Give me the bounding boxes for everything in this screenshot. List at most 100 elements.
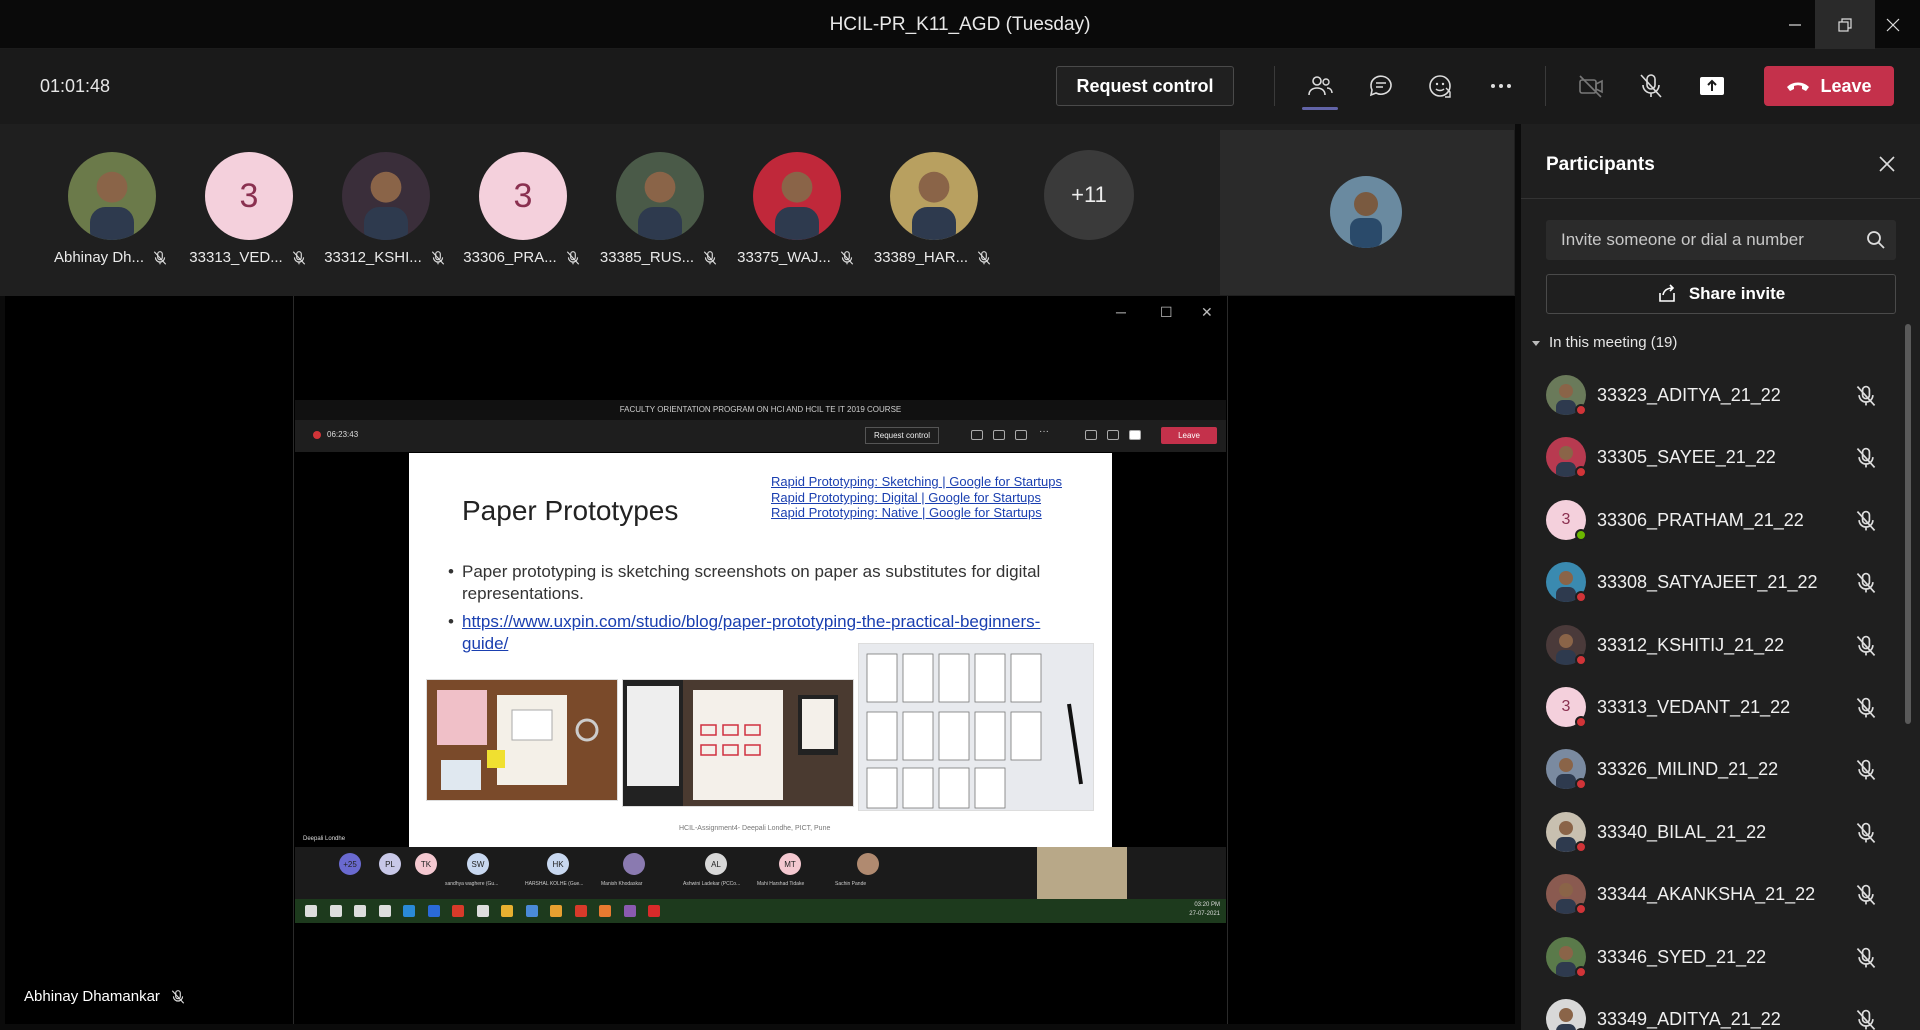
raise-hand-icon xyxy=(1429,75,1451,98)
shared-mic-icon xyxy=(1107,430,1119,440)
participant-row[interactable]: 33346_SYED_21_22 xyxy=(1521,927,1901,989)
shared-participant-avatar: MT xyxy=(779,853,801,875)
meeting-controls-bar: 01:01:48 Request control Leave xyxy=(0,49,1920,124)
participant-name: 33312_KSHI... xyxy=(324,249,422,266)
shared-close-icon: ✕ xyxy=(1201,304,1213,320)
strip-participant-name: 33375_WAJ... xyxy=(726,249,866,266)
shared-camera-icon xyxy=(1085,430,1097,440)
participant-name: 33313_VEDANT_21_22 xyxy=(1597,697,1791,717)
strip-participant[interactable]: 3 33306_PRA... xyxy=(452,152,592,282)
close-panel-button[interactable] xyxy=(1873,150,1901,178)
shared-minimize-icon: ─ xyxy=(1116,304,1126,320)
mic-off-icon[interactable] xyxy=(1854,571,1878,595)
participant-name: Abhinay Dh... xyxy=(53,249,145,266)
shared-participant-avatar: SW xyxy=(467,853,489,875)
slide-photo-1 xyxy=(426,679,618,801)
strip-participant-name: 33389_HAR... xyxy=(863,249,1003,266)
share-screen-button[interactable] xyxy=(1690,66,1734,106)
teams-meeting-window: HCIL-PR_K11_AGD (Tuesday) 01:01:48 Reque… xyxy=(0,0,1920,1030)
mic-off-icon[interactable] xyxy=(1854,758,1878,782)
slide-link[interactable]: Rapid Prototyping: Native | Google for S… xyxy=(771,505,1042,520)
slide-link[interactable]: Rapid Prototyping: Sketching | Google fo… xyxy=(771,474,1062,489)
show-participants-button[interactable] xyxy=(1298,66,1342,110)
panel-title: Participants xyxy=(1546,154,1655,175)
strip-participant-name: 33312_KSHI... xyxy=(315,249,455,266)
mic-off-icon[interactable] xyxy=(1854,634,1878,658)
participant-row[interactable]: 33312_KSHITIJ_21_22 xyxy=(1521,615,1901,677)
mic-off-icon[interactable] xyxy=(1854,1008,1878,1030)
chat-button[interactable] xyxy=(1359,66,1403,106)
shared-participant-avatar xyxy=(623,853,645,875)
presence-status-icon xyxy=(1575,528,1587,541)
request-control-button[interactable]: Request control xyxy=(1056,66,1234,106)
close-icon xyxy=(1879,156,1895,172)
bullet-dot: • xyxy=(448,612,454,631)
strip-participant[interactable]: 33385_RUS... xyxy=(589,152,729,282)
mic-off-icon[interactable] xyxy=(1854,446,1878,470)
participant-name: 33340_BILAL_21_22 xyxy=(1597,821,1767,842)
taskbar-app-icon xyxy=(623,905,636,917)
in-meeting-section-header[interactable]: In this meeting (19) xyxy=(1531,334,1677,351)
participant-row[interactable]: 3 33313_VEDANT_21_22 xyxy=(1521,677,1901,739)
mic-off-icon[interactable] xyxy=(1854,946,1878,970)
shared-participant-name: Manish Khodaskar xyxy=(601,881,643,887)
slide-link[interactable]: Rapid Prototyping: Digital | Google for … xyxy=(771,490,1041,505)
leave-button[interactable]: Leave xyxy=(1764,66,1894,106)
strip-participant[interactable]: 33312_KSHI... xyxy=(315,152,455,282)
people-icon xyxy=(1308,76,1333,96)
mic-off-icon xyxy=(291,250,307,266)
more-participants-badge[interactable]: +11 xyxy=(1044,150,1134,240)
section-label: In this meeting (19) xyxy=(1549,334,1678,351)
strip-participant[interactable]: 33389_HAR... xyxy=(863,152,1003,282)
shared-participant-avatar: +25 xyxy=(339,853,361,875)
mic-off-icon[interactable] xyxy=(1854,883,1878,907)
camera-toggle-button[interactable] xyxy=(1569,66,1613,106)
shared-participant-name: Mahi Harshad Tidake xyxy=(757,881,805,887)
shared-participant-name: sandhya waghere (Gu... xyxy=(445,881,499,887)
taskbar-app-icon xyxy=(354,905,366,917)
shared-participant-name: Sachin Pande xyxy=(835,881,867,887)
strip-participant[interactable]: 3 33313_VED... xyxy=(178,152,318,282)
participant-row[interactable]: 33340_BILAL_21_22 xyxy=(1521,802,1901,864)
reactions-button[interactable] xyxy=(1419,66,1463,106)
mic-toggle-button[interactable] xyxy=(1629,66,1673,106)
slide-photo-3 xyxy=(858,643,1094,811)
mic-off-icon[interactable] xyxy=(1854,509,1878,533)
participant-row[interactable]: 33349_ADITYA_21_22 xyxy=(1521,989,1901,1030)
more-actions-button[interactable] xyxy=(1479,66,1523,106)
participant-name: 33375_WAJ... xyxy=(737,249,831,266)
close-window-button[interactable] xyxy=(1865,0,1920,49)
participant-row[interactable]: 33308_SATYAJEET_21_22 xyxy=(1521,552,1901,614)
presenter-name: Abhinay Dhamankar xyxy=(24,988,160,1005)
participant-row[interactable]: 33323_ADITYA_21_22 xyxy=(1521,365,1901,427)
participant-row[interactable]: 33326_MILIND_21_22 xyxy=(1521,739,1901,801)
participant-name: 33349_ADITYA_21_22 xyxy=(1597,1009,1781,1029)
presence-status-icon xyxy=(1575,716,1587,728)
participant-row[interactable]: 3 33306_PRATHAM_21_22 xyxy=(1521,490,1901,552)
share-invite-button[interactable]: Share invite xyxy=(1546,274,1896,314)
taskbar-app-icon xyxy=(427,905,440,917)
mic-off-icon[interactable] xyxy=(1854,821,1878,845)
self-avatar xyxy=(1330,176,1402,248)
participant-row[interactable]: 33344_AKANKSHA_21_22 xyxy=(1521,864,1901,926)
participant-name: 33323_ADITYA_21_22 xyxy=(1597,385,1781,405)
participant-row[interactable]: 33305_SAYEE_21_22 xyxy=(1521,427,1901,489)
title-bar: HCIL-PR_K11_AGD (Tuesday) xyxy=(0,0,1920,49)
mic-off-icon[interactable] xyxy=(1854,384,1878,408)
panel-scrollbar[interactable] xyxy=(1905,324,1911,724)
camera-off-icon xyxy=(1579,75,1603,98)
toolbar-divider xyxy=(1274,66,1275,106)
search-icon[interactable] xyxy=(1866,230,1886,250)
share-icon xyxy=(1659,284,1675,302)
shared-participant-strip: +25 PL TK SW sandhya waghere (Gu... HK HARSHAL… xyxy=(295,847,1226,899)
strip-participant[interactable]: Abhinay Dh... xyxy=(41,152,181,282)
shared-participant-avatar: PL xyxy=(379,853,401,875)
presenter-name-label: Abhinay Dhamankar xyxy=(24,988,186,1005)
mic-off-icon[interactable] xyxy=(1854,696,1878,720)
participant-name: 33313_VED... xyxy=(189,249,283,266)
presence-status-icon xyxy=(1575,591,1587,604)
taskbar-app-icon xyxy=(550,905,562,917)
strip-participant[interactable]: 33375_WAJ... xyxy=(726,152,866,282)
invite-input[interactable] xyxy=(1546,220,1856,260)
taskbar-app-icon xyxy=(378,905,391,917)
